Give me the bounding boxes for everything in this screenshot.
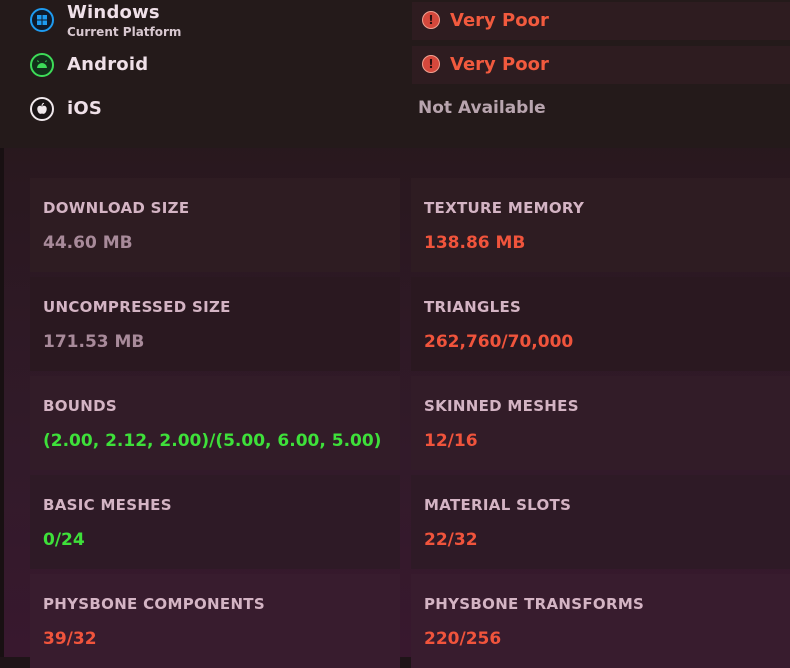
stat-value: 220/256 [424,629,502,649]
stat-bounds: BOUNDS (2.00, 2.12, 2.00)/(5.00, 6.00, 5… [30,376,400,470]
stat-triangles: TRIANGLES 262,760/70,000 [411,277,790,371]
stat-value: 22/32 [424,530,478,550]
stat-uncompressed-size: UNCOMPRESSED SIZE 171.53 MB [30,277,400,371]
stat-label: PHYSBONE TRANSFORMS [424,595,645,613]
stat-value: 171.53 MB [43,332,145,352]
platform-name-ios: iOS [67,98,103,119]
stat-material-slots: MATERIAL SLOTS 22/32 [411,475,790,569]
platform-row-android[interactable]: Android [30,52,410,92]
stat-value: 12/16 [424,431,478,451]
rating-box-windows: ! Very Poor [412,2,790,40]
stat-label: TEXTURE MEMORY [424,199,585,217]
stat-physbone-transforms: PHYSBONE TRANSFORMS 220/256 [411,574,790,668]
platform-subtitle-windows: Current Platform [67,25,182,39]
rating-box-android: ! Very Poor [412,46,790,84]
stats-row: BOUNDS (2.00, 2.12, 2.00)/(5.00, 6.00, 5… [30,376,790,470]
stat-texture-memory: TEXTURE MEMORY 138.86 MB [411,178,790,272]
stat-basic-meshes: BASIC MESHES 0/24 [30,475,400,569]
platform-section: Windows Current Platform ! Very Poor And… [0,0,790,148]
stat-label: BASIC MESHES [43,496,172,514]
stats-row: PHYSBONE COMPONENTS 39/32 PHYSBONE TRANS… [30,574,790,668]
stat-skinned-meshes: SKINNED MESHES 12/16 [411,376,790,470]
stat-label: DOWNLOAD SIZE [43,199,190,217]
stat-label: TRIANGLES [424,298,522,316]
stat-value: 138.86 MB [424,233,526,253]
stat-label: PHYSBONE COMPONENTS [43,595,265,613]
rating-ios: Not Available [418,98,546,118]
stat-physbone-components: PHYSBONE COMPONENTS 39/32 [30,574,400,668]
platform-name-windows: Windows [67,2,160,23]
stat-label: SKINNED MESHES [424,397,579,415]
rating-windows: Very Poor [450,10,549,31]
stat-value: 39/32 [43,629,97,649]
stat-value: 262,760/70,000 [424,332,574,352]
stat-download-size: DOWNLOAD SIZE 44.60 MB [30,178,400,272]
stats-row: DOWNLOAD SIZE 44.60 MB TEXTURE MEMORY 13… [30,178,790,272]
windows-icon [30,8,54,32]
platform-row-ios[interactable]: iOS [30,96,410,136]
stat-value: 0/24 [43,530,85,550]
stat-label: MATERIAL SLOTS [424,496,572,514]
stats-row: BASIC MESHES 0/24 MATERIAL SLOTS 22/32 [30,475,790,569]
stat-value: 44.60 MB [43,233,133,253]
android-icon [30,53,54,77]
stat-label: UNCOMPRESSED SIZE [43,298,231,316]
stat-label: BOUNDS [43,397,117,415]
warning-icon: ! [422,11,440,29]
apple-icon [30,97,54,121]
platform-row-windows[interactable]: Windows Current Platform [30,2,410,44]
platform-name-android: Android [67,54,149,75]
stats-row: UNCOMPRESSED SIZE 171.53 MB TRIANGLES 26… [30,277,790,371]
warning-icon: ! [422,55,440,73]
stat-value: (2.00, 2.12, 2.00)/(5.00, 6.00, 5.00) [43,431,382,451]
rating-android: Very Poor [450,54,549,75]
